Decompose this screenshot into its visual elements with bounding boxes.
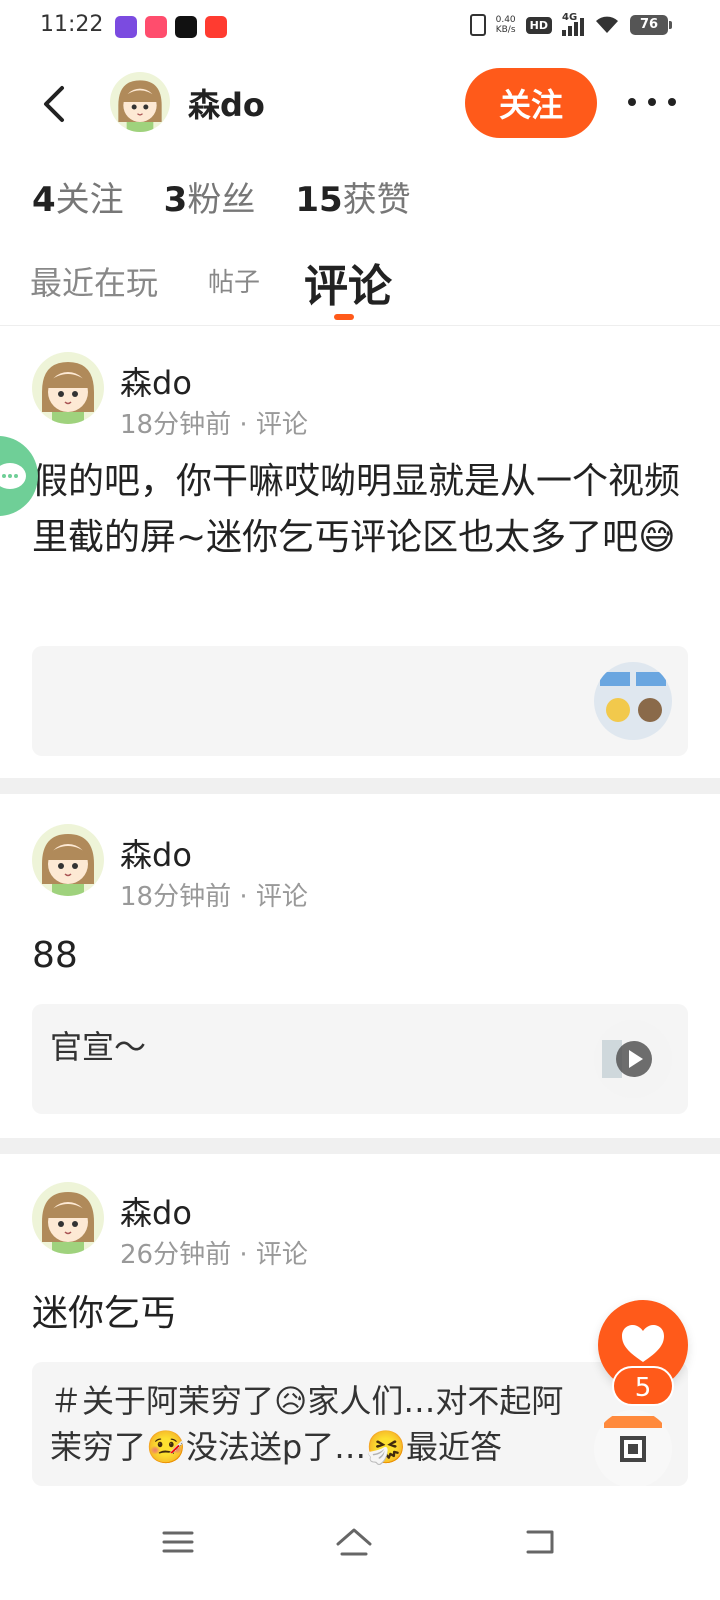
section-divider	[0, 1138, 720, 1154]
section-divider	[0, 778, 720, 794]
profile-header: 森do 关注	[0, 62, 720, 146]
thumbnail-image	[594, 1410, 672, 1486]
quoted-post-card[interactable]	[32, 646, 688, 756]
app-notification-icon	[145, 16, 167, 38]
comment-author: 森do	[120, 364, 192, 402]
net-speed: 0.40 KB/s	[495, 15, 516, 35]
dot-icon	[648, 98, 656, 106]
stat-following[interactable]: 4 关注	[32, 172, 124, 221]
home-icon[interactable]	[334, 1524, 374, 1560]
battery-icon: 76	[630, 15, 672, 35]
quoted-post-card[interactable]: ＃关于阿茉穷了😥家人们…对不起阿茉穷了🤒没法送p了…🤧最近答	[32, 1362, 688, 1486]
app-notification-icon	[205, 16, 227, 38]
profile-tabs: 最近在玩 帖子 评论	[0, 250, 720, 326]
tab-recent[interactable]: 最近在玩	[30, 258, 158, 304]
quoted-post-thumbnail	[594, 1020, 672, 1098]
dot-icon	[628, 98, 636, 106]
follow-button[interactable]: 关注	[465, 68, 597, 138]
comment-author: 森do	[120, 836, 192, 874]
app-notification-icon	[115, 16, 137, 38]
comment-author: 森do	[120, 1194, 192, 1232]
comment-text: 88	[32, 935, 78, 976]
stat-likes[interactable]: 15 获赞	[295, 172, 410, 221]
like-count-badge: 5	[612, 1366, 674, 1406]
status-bar: 11:22 0.40 KB/s HD 4G 76	[0, 0, 720, 56]
avatar[interactable]	[32, 1182, 104, 1254]
menu-icon[interactable]	[158, 1524, 198, 1560]
dot-icon	[668, 98, 676, 106]
status-indicators: 0.40 KB/s HD 4G 76	[469, 12, 672, 36]
back-button[interactable]	[36, 82, 76, 126]
thumbnail-image	[594, 662, 672, 740]
more-options-button[interactable]	[628, 92, 676, 112]
system-nav-bar	[0, 1488, 720, 1600]
stat-followers[interactable]: 3 粉丝	[164, 172, 256, 221]
quoted-post-card[interactable]: 官宣～	[32, 1004, 688, 1114]
floating-chat-button[interactable]	[0, 436, 38, 516]
comment-meta: 26分钟前 · 评论	[120, 1240, 308, 1270]
status-app-icons	[115, 16, 227, 38]
quoted-post-thumbnail	[594, 1410, 672, 1486]
video-thumbnail-image	[594, 1020, 672, 1098]
avatar[interactable]	[32, 824, 104, 896]
comment-meta: 18分钟前 · 评论	[120, 410, 308, 440]
tab-comments[interactable]: 评论	[304, 250, 392, 314]
avatar-image	[32, 352, 104, 424]
profile-username: 森do	[188, 86, 265, 124]
avatar-image	[32, 1182, 104, 1254]
comment-text: 迷你乞丐	[32, 1293, 177, 1334]
avatar[interactable]	[110, 72, 170, 132]
comment-meta: 18分钟前 · 评论	[120, 882, 308, 912]
hd-badge: HD	[525, 16, 552, 34]
tiktok-icon	[175, 16, 197, 38]
quoted-post-thumbnail	[594, 662, 672, 740]
signal-icon: 4G	[562, 12, 584, 36]
quoted-post-text: ＃关于阿茉穷了😥家人们…对不起阿茉穷了🤒没法送p了…🤧最近答	[50, 1382, 564, 1466]
comment-text: 假的吧，你干嘛哎呦明显就是从一个视频里截的屏~迷你乞丐评论区也太多了吧😅	[32, 461, 681, 558]
avatar[interactable]	[32, 352, 104, 424]
chat-bubble-icon	[0, 463, 26, 489]
tab-active-indicator	[334, 314, 354, 320]
avatar-image	[110, 72, 170, 132]
back-nav-icon[interactable]	[520, 1524, 560, 1560]
status-time: 11:22	[40, 12, 104, 37]
avatar-image	[32, 824, 104, 896]
tab-posts[interactable]: 帖子	[208, 262, 260, 299]
chevron-left-icon	[44, 86, 64, 122]
vibrate-icon	[469, 14, 486, 36]
profile-stats: 4 关注 3 粉丝 15 获赞	[32, 172, 411, 221]
wifi-icon	[596, 16, 618, 33]
quoted-post-text: 官宣～	[50, 1028, 147, 1066]
